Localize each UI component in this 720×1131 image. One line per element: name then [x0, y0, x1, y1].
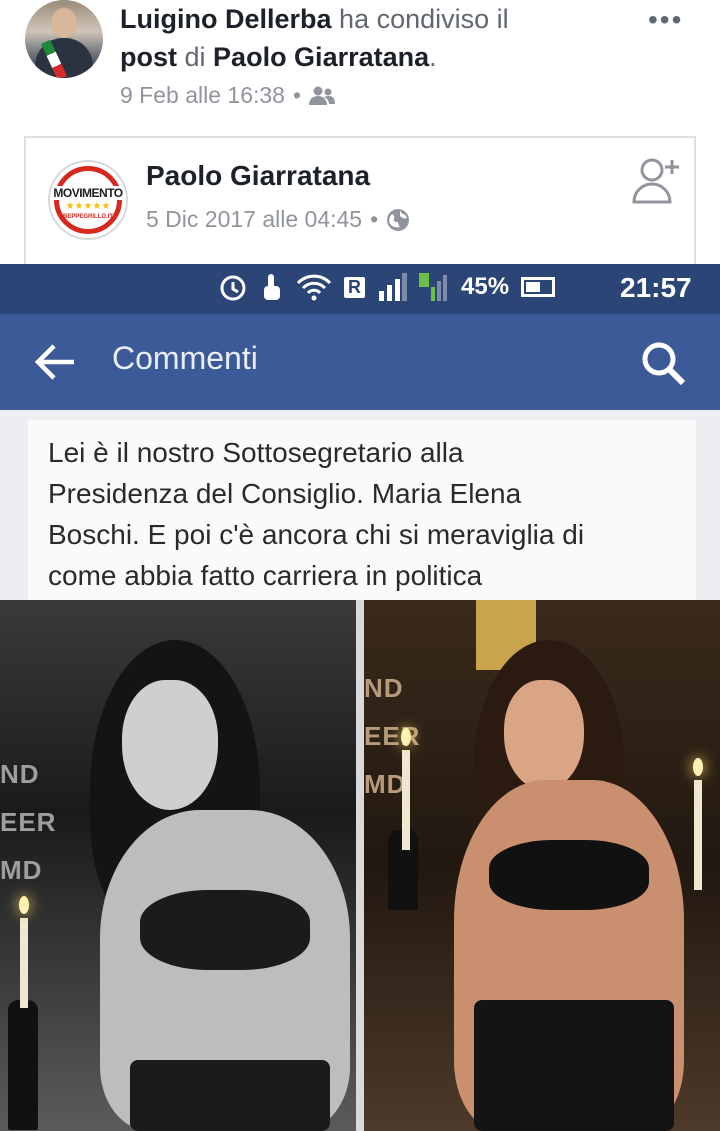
logo-stars: ★★★★★ [65, 201, 111, 212]
signal-icon-2 [419, 273, 447, 301]
comment-line: Boschi. E poi c'è ancora chi si meravigl… [48, 519, 585, 550]
more-options-button[interactable]: ••• [648, 4, 683, 36]
author-name-link[interactable]: Paolo Giarratana [213, 42, 429, 72]
battery-icon [521, 277, 556, 297]
share-header: Luigino Dellerba ha condiviso il post di… [0, 0, 720, 125]
sharer-avatar[interactable] [25, 0, 103, 78]
post-meta: 5 Dic 2017 alle 04:45 • [146, 206, 410, 233]
photo-right: ND EER MD [364, 600, 720, 1131]
roaming-badge: R [344, 276, 365, 298]
background-sign: ND EER MD [0, 759, 57, 885]
back-arrow-icon[interactable] [34, 342, 76, 382]
signal-icon-1 [379, 273, 407, 301]
add-friend-icon[interactable] [632, 154, 682, 206]
figure [434, 640, 704, 1131]
photo-collage: ND EER MD ND EER MD [0, 600, 720, 1131]
globe-icon [387, 208, 410, 231]
photo-left: ND EER MD [0, 600, 356, 1131]
comment-text: Lei è il nostro Sottosegretario alla Pre… [48, 432, 688, 596]
comment-line: Lei è il nostro Sottosegretario alla [48, 437, 464, 468]
comment-area: Lei è il nostro Sottosegretario alla Pre… [0, 410, 720, 600]
touch-icon [264, 274, 280, 300]
post-image[interactable]: R 45% 21:57 Commenti Lei è il nostro Sot… [0, 264, 720, 1131]
post-timestamp[interactable]: 5 Dic 2017 alle 04:45 [146, 206, 362, 233]
phone-status-bar: R 45% 21:57 [0, 264, 720, 314]
comments-title: Commenti [112, 340, 258, 376]
original-post-card[interactable]: MOVIMENTO ★★★★★ BEPPEGRILLO.IT Paolo Gia… [24, 136, 696, 266]
meta-separator: • [292, 82, 302, 108]
comments-app-bar: Commenti [0, 314, 720, 410]
of-word: di [184, 42, 206, 72]
page-name-link[interactable]: Paolo Giarratana [146, 160, 370, 192]
comment-line: Presidenza del Consiglio. Maria Elena [48, 478, 522, 509]
meta-separator: • [370, 206, 379, 232]
clock: 21:57 [620, 272, 692, 303]
period: . [429, 42, 437, 72]
share-timestamp[interactable]: 9 Feb alle 16:38 [120, 82, 285, 109]
logo-subtitle: BEPPEGRILLO.IT [62, 214, 113, 220]
shared-phrase: ha condiviso il [339, 4, 509, 34]
figure [60, 640, 356, 1131]
wifi-icon [296, 274, 332, 301]
logo-word: MOVIMENTO [52, 186, 124, 200]
post-link[interactable]: post [120, 42, 177, 72]
search-icon[interactable] [640, 340, 686, 386]
page-logo[interactable]: MOVIMENTO ★★★★★ BEPPEGRILLO.IT [48, 160, 128, 240]
comment-bubble: Lei è il nostro Sottosegretario alla Pre… [28, 420, 696, 600]
share-text: Luigino Dellerba ha condiviso il post di… [120, 0, 640, 76]
battery-percent: 45% [461, 273, 510, 300]
background-sign: ND EER MD [364, 673, 421, 799]
comment-line: come abbia fatto carriera in politica [48, 560, 483, 591]
alarm-icon [220, 275, 246, 301]
share-meta: 9 Feb alle 16:38 • [120, 82, 336, 109]
friends-icon [309, 86, 336, 105]
sharer-name-link[interactable]: Luigino Dellerba [120, 4, 332, 34]
